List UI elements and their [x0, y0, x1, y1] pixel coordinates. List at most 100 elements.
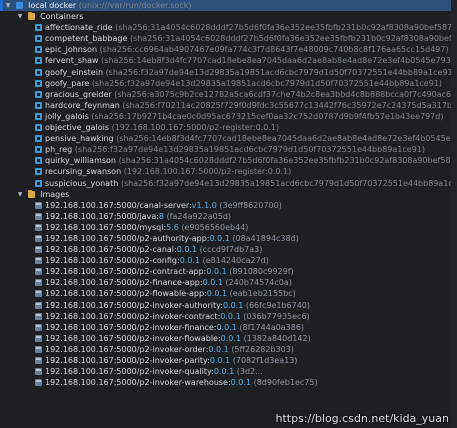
expand-arrow-icon[interactable]: ▼: [16, 189, 24, 200]
container-item[interactable]: recursing_swanson (192.168.100.167:5000/…: [0, 166, 457, 177]
image-id: (3d2...: [236, 367, 263, 377]
image-item[interactable]: 192.168.100.167:5000/p2-contract-app:0.0…: [0, 266, 457, 277]
container-icon: [35, 24, 42, 32]
image-item[interactable]: 192.168.100.167:5000/p2-finance-app:0.0.…: [0, 277, 457, 288]
tree-node-images[interactable]: ▼ Images: [0, 189, 457, 200]
image-tag: 0.0.1: [176, 245, 198, 255]
image-item[interactable]: 192.168.100.167:5000/p2-invoker-flowable…: [0, 333, 457, 344]
image-id: (08a41894c38d): [232, 233, 299, 243]
image-tag: 0.0.1: [222, 300, 244, 310]
image-tag: v1.1.0: [191, 200, 217, 210]
image-icon: [35, 201, 42, 209]
container-item[interactable]: goofy_einstein (sha256:f32a97de94e13d298…: [0, 67, 457, 78]
container-item[interactable]: goofy_pare (sha256:f32a97de94e13d29835a1…: [0, 78, 457, 89]
container-item[interactable]: hardcore_feynman (sha256:f70211ac20825f7…: [0, 100, 457, 111]
container-item[interactable]: pensive_hawking (sha256:14eb8f3d4fc7707c…: [0, 133, 457, 144]
image-icon: [35, 368, 42, 376]
image-id: (5ff26282b303): [231, 344, 294, 354]
image-item[interactable]: 192.168.100.167:5000/p2-invoker-authorit…: [0, 300, 457, 311]
container-image: (sha256:14eb8f3d4fc7707cad18ebe8ea7045da…: [116, 134, 457, 144]
image-item[interactable]: 192.168.100.167:5000/p2-invoker-quality:…: [0, 366, 457, 377]
image-id: (66fc9e1b6740): [245, 300, 311, 310]
container-name: hardcore_feynman: [45, 100, 120, 110]
container-image: (sha256:cc6964ab4907467e09fa774c3f7d8643…: [99, 45, 449, 55]
containers-list: affectionate_ride (sha256:31a4054c6028dd…: [0, 22, 457, 188]
image-id: (8f1744a0a386): [239, 322, 305, 332]
image-repo: 192.168.100.167:5000/p2-canal:: [45, 245, 177, 255]
container-item[interactable]: suspicious_yonath (sha256:f32a97de94e13d…: [0, 178, 457, 189]
image-item[interactable]: 192.168.100.167:5000/p2-invoker-order:0.…: [0, 344, 457, 355]
image-item[interactable]: 192.168.100.167:5000/p2-authority-app:0.…: [0, 233, 457, 244]
container-image: (sha256:f32a97de94e13d29835a19851acd6cbc…: [120, 178, 457, 188]
image-repo: 192.168.100.167:5000/p2-invoker-warehous…: [45, 378, 231, 388]
tree-node-containers[interactable]: ▼ Containers: [0, 11, 457, 22]
container-name: affectionate_ride: [45, 23, 113, 33]
container-icon: [35, 179, 42, 187]
image-repo: 192.168.100.167:5000/p2-invoker-contract…: [45, 311, 221, 321]
container-icon: [35, 57, 42, 65]
image-id: (7082f1d3ea13): [232, 356, 298, 365]
container-icon: [35, 157, 42, 165]
image-tag: 0.0.1: [208, 344, 229, 354]
container-image: (sha256:f32a97de94e13d29835a19851acd6cbc…: [91, 78, 443, 88]
container-name: ph_reg: [45, 145, 73, 155]
container-icon: [35, 124, 42, 132]
container-item[interactable]: competent_babbage (sha256:31a4054c6028dd…: [0, 33, 457, 44]
container-image: (sha256:31a4054c6028dddf27b5d6f0fa36e352…: [115, 23, 457, 33]
image-tag: 0.0.1: [179, 256, 201, 266]
container-item[interactable]: epic_johnson (sha256:cc6964ab4907467e09f…: [0, 44, 457, 55]
image-repo: 192.168.100.167:5000/mysql:: [45, 222, 167, 232]
image-item[interactable]: 192.168.100.167:5000/p2-invoker-parity:0…: [0, 355, 457, 366]
vertical-scrollbar[interactable]: [451, 0, 457, 428]
image-icon: [35, 334, 42, 342]
container-image: (sha256:17b9271b4cae0c0d95ac673215cef0aa…: [91, 111, 444, 121]
image-item[interactable]: 192.168.100.167:5000/p2-flowable-app:0.0…: [0, 288, 457, 299]
image-tag: 0.0.1: [206, 289, 228, 299]
container-name: competent_babbage: [45, 34, 128, 44]
image-item[interactable]: 192.168.100.167:5000/p2-invoker-finance:…: [0, 322, 457, 333]
container-item[interactable]: ph_reg (sha256:f32a97de94e13d29835a19851…: [0, 144, 457, 155]
container-item[interactable]: fervent_shaw (sha256:14eb8f3d4fc7707cad1…: [0, 55, 457, 66]
node-label: local docker: [28, 1, 77, 10]
container-item[interactable]: affectionate_ride (sha256:31a4054c6028dd…: [0, 22, 457, 33]
image-repo: 192.168.100.167:5000/canal-server:: [45, 200, 192, 210]
container-image: (sha256:31a4054c6028dddf27b5d6f0fa36e352…: [129, 34, 457, 44]
container-icon: [35, 112, 42, 120]
container-image: (sha256:31a4054c6028dddf27b5d6f0fa36e352…: [118, 156, 457, 166]
container-name: gracious_greider: [45, 89, 112, 99]
container-image: (192.168.100.167:5000/p2-register:0.0.1): [111, 123, 280, 133]
container-name: jolly_galois: [45, 111, 89, 121]
image-item[interactable]: 192.168.100.167:5000/p2-canal:0.0.1 (ccc…: [0, 244, 457, 255]
container-item[interactable]: gracious_greider (sha256:a3075c9b2ce1278…: [0, 89, 457, 100]
image-item[interactable]: 192.168.100.167:5000/p2-config:0.0.1 (e8…: [0, 255, 457, 266]
image-repo: 192.168.100.167:5000/p2-invoker-finance:: [45, 322, 217, 332]
container-name: epic_johnson: [45, 45, 98, 55]
image-icon: [35, 246, 42, 254]
image-item[interactable]: 192.168.100.167:5000/java:8 (fa24a922a05…: [0, 211, 457, 222]
container-icon: [35, 146, 42, 154]
expand-arrow-icon[interactable]: ▼: [16, 11, 24, 22]
container-item[interactable]: quirky_williamson (sha256:31a4054c6028dd…: [0, 155, 457, 166]
image-item[interactable]: 192.168.100.167:5000/p2-invoker-contract…: [0, 311, 457, 322]
tree-node-local-docker[interactable]: ▼ local docker (unix:///var/run/docker.s…: [0, 0, 457, 12]
images-list: 192.168.100.167:5000/canal-server:v1.1.0…: [0, 200, 457, 389]
container-item[interactable]: objective_galois (192.168.100.167:5000/p…: [0, 122, 457, 133]
container-item[interactable]: jolly_galois (sha256:17b9271b4cae0c0d95a…: [0, 111, 457, 122]
node-label: Containers: [40, 12, 84, 22]
selection-indicator: [0, 0, 3, 11]
container-image: (sha256:14eb8f3d4fc7707cad18ebe8ea7045da…: [101, 56, 454, 66]
image-repo: 192.168.100.167:5000/p2-invoker-parity:: [45, 356, 210, 365]
expand-arrow-icon[interactable]: ▼: [4, 0, 12, 11]
image-item[interactable]: 192.168.100.167:5000/canal-server:v1.1.0…: [0, 200, 457, 211]
image-repo: 192.168.100.167:5000/p2-invoker-flowable…: [45, 333, 221, 343]
image-repo: 192.168.100.167:5000/p2-flowable-app:: [45, 289, 207, 299]
image-icon: [35, 268, 42, 276]
image-tag: 0.0.1: [202, 278, 223, 288]
docker-services-tree: ▼ local docker (unix:///var/run/docker.s…: [0, 0, 457, 388]
image-id: (3e9ff8620700): [219, 200, 282, 210]
folder-icon: [27, 189, 35, 198]
image-item[interactable]: 192.168.100.167:5000/p2-invoker-warehous…: [0, 377, 457, 388]
image-id: (eab1eb2155bc): [229, 289, 296, 299]
image-item[interactable]: 192.168.100.167:5000/mysql:5.6 (e9056560…: [0, 222, 457, 233]
image-icon: [35, 257, 42, 265]
